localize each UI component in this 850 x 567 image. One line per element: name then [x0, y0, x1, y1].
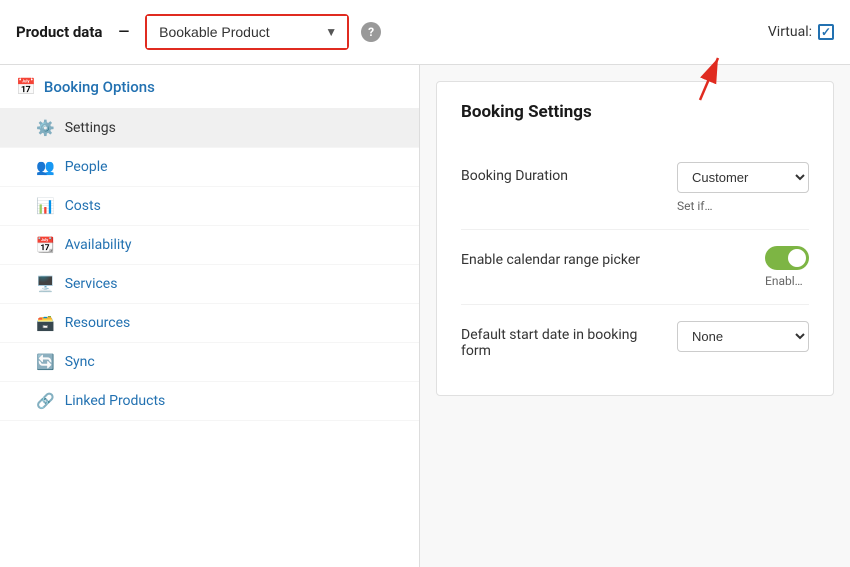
calendar-range-hint: Enabl… — [765, 274, 809, 288]
calendar-range-control: Enabl… — [765, 246, 809, 288]
product-data-label: Product data — [16, 23, 102, 41]
booking-options-label: Booking Options — [44, 78, 155, 96]
sidebar-item-people[interactable]: 👥 People — [0, 148, 419, 187]
sidebar-item-linked-products[interactable]: 🔗 Linked Products — [0, 382, 419, 421]
booking-duration-control: Customer Fixed Set if… — [677, 162, 809, 213]
main-layout: 📅 Booking Options ⚙️ Settings 👥 People 📊… — [0, 65, 850, 567]
product-data-header: Product data — Bookable Product Simple p… — [0, 0, 850, 65]
booking-settings-panel: Booking Settings Booking Duration Custom… — [436, 81, 834, 396]
booking-settings-title: Booking Settings — [461, 102, 809, 122]
costs-icon: 📊 — [36, 197, 55, 215]
booking-duration-select[interactable]: Customer Fixed — [677, 162, 809, 193]
sidebar-people-label: People — [65, 159, 108, 175]
booking-duration-hint: Set if… — [677, 199, 809, 213]
sidebar-services-label: Services — [65, 276, 118, 292]
sidebar-settings-label: Settings — [65, 120, 116, 136]
availability-icon: 📆 — [36, 236, 55, 254]
virtual-checkbox[interactable]: ✓ — [818, 24, 834, 40]
resources-icon: 🗃️ — [36, 314, 55, 332]
product-type-selector[interactable]: Bookable Product Simple product Grouped … — [145, 14, 349, 50]
calendar-range-label: Enable calendar range picker — [461, 246, 749, 268]
services-icon: 🖥️ — [36, 275, 55, 293]
content-area: Booking Settings Booking Duration Custom… — [420, 65, 850, 567]
header-dash: — — [118, 24, 129, 40]
people-icon: 👥 — [36, 158, 55, 176]
sidebar: 📅 Booking Options ⚙️ Settings 👥 People 📊… — [0, 65, 420, 567]
help-icon[interactable]: ? — [361, 22, 381, 42]
sidebar-linked-label: Linked Products — [65, 393, 166, 409]
booking-duration-label: Booking Duration — [461, 162, 661, 184]
default-start-date-select[interactable]: None Today — [677, 321, 809, 352]
sidebar-sync-label: Sync — [65, 354, 95, 370]
checkmark-icon: ✓ — [821, 25, 831, 39]
booking-duration-row: Booking Duration Customer Fixed Set if… — [461, 146, 809, 230]
sidebar-item-resources[interactable]: 🗃️ Resources — [0, 304, 419, 343]
default-start-date-control: None Today — [677, 321, 809, 352]
linked-icon: 🔗 — [36, 392, 55, 410]
sidebar-item-sync[interactable]: 🔄 Sync — [0, 343, 419, 382]
default-start-date-row: Default start date in booking form None … — [461, 305, 809, 375]
settings-icon: ⚙️ — [36, 119, 55, 137]
product-type-select[interactable]: Bookable Product Simple product Grouped … — [147, 16, 347, 48]
default-start-date-label: Default start date in booking form — [461, 321, 661, 359]
virtual-field: Virtual: ✓ — [768, 24, 834, 40]
calendar-range-row: Enable calendar range picker Enabl… — [461, 230, 809, 305]
sidebar-availability-label: Availability — [65, 237, 132, 253]
sidebar-item-costs[interactable]: 📊 Costs — [0, 187, 419, 226]
calendar-range-toggle[interactable] — [765, 246, 809, 270]
sidebar-booking-options[interactable]: 📅 Booking Options — [0, 65, 419, 109]
sidebar-item-settings[interactable]: ⚙️ Settings — [0, 109, 419, 148]
sidebar-item-availability[interactable]: 📆 Availability — [0, 226, 419, 265]
sidebar-resources-label: Resources — [65, 315, 131, 331]
sync-icon: 🔄 — [36, 353, 55, 371]
sidebar-costs-label: Costs — [65, 198, 101, 214]
calendar-icon: 📅 — [16, 77, 36, 96]
sidebar-item-services[interactable]: 🖥️ Services — [0, 265, 419, 304]
virtual-label-text: Virtual: — [768, 24, 812, 40]
